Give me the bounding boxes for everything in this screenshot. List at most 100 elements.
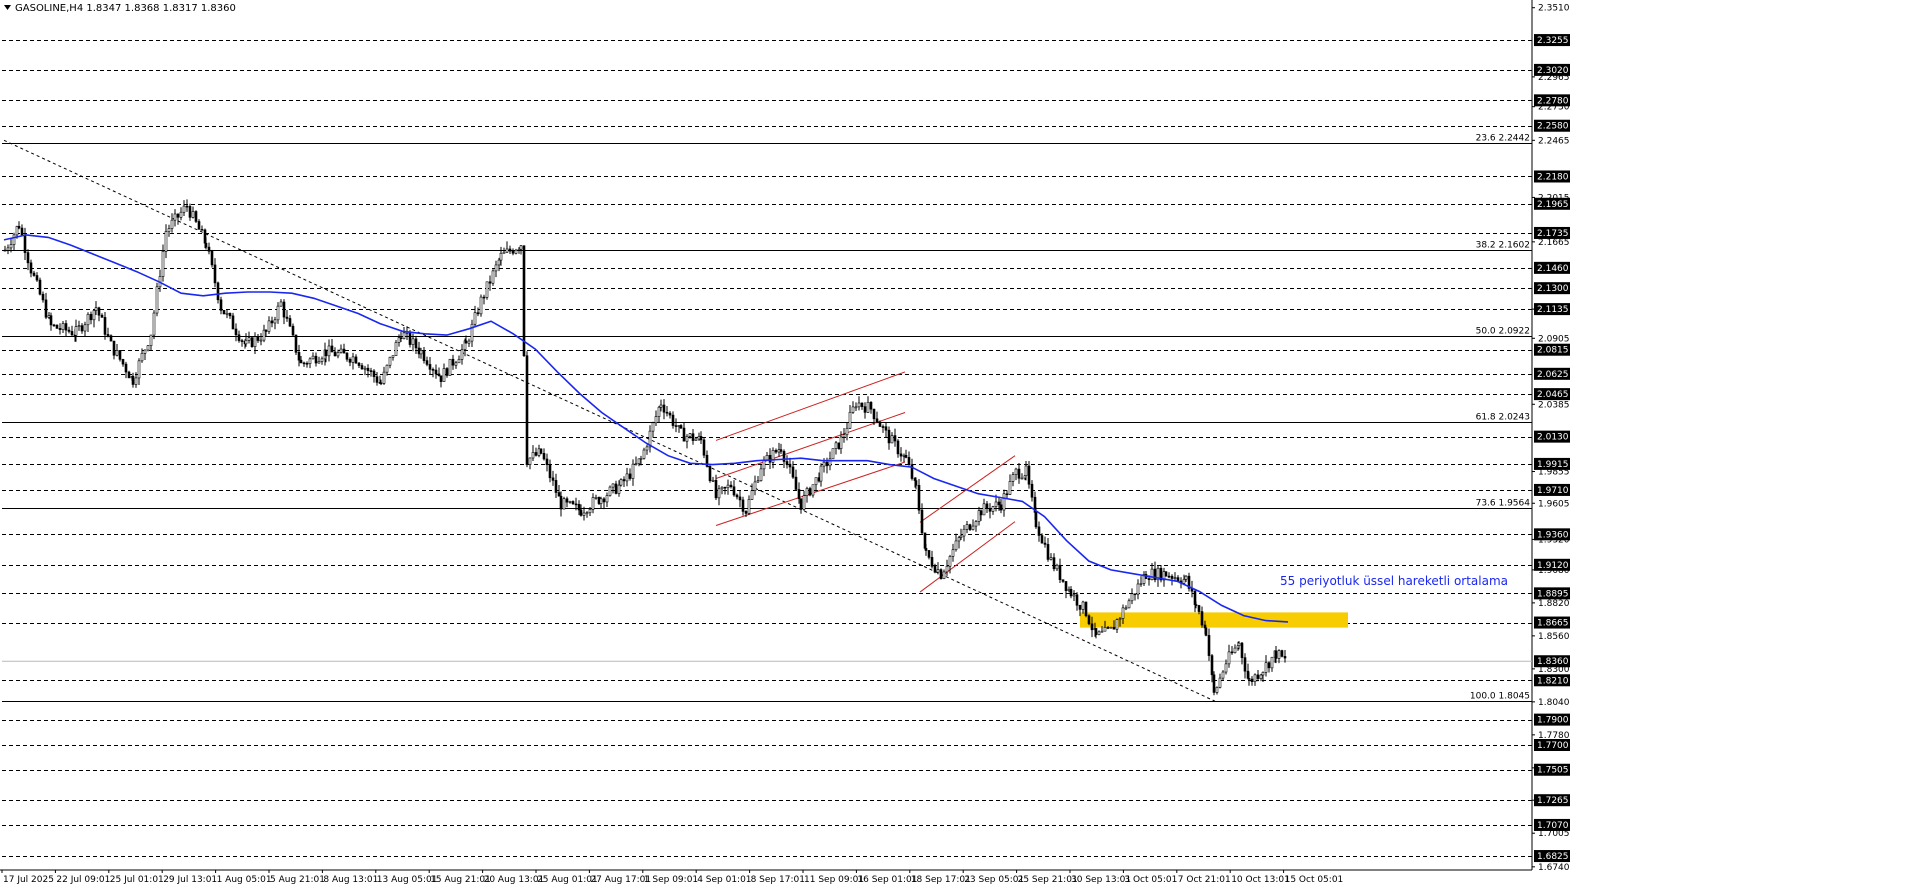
candle-body <box>1067 589 1071 591</box>
fib-label: 38.2 2.1602 <box>1476 241 1530 251</box>
candle-body <box>399 337 403 340</box>
candle-body <box>1103 627 1107 632</box>
candle-body <box>100 314 104 318</box>
candle-body <box>872 408 876 420</box>
candle-body <box>1069 589 1073 597</box>
candle-body <box>514 249 518 254</box>
candle-body <box>594 497 598 499</box>
time-tick-label: 10 Oct 13:01 <box>1231 875 1290 885</box>
current-price-label: 1.8360 <box>1537 657 1569 667</box>
candle-body <box>1218 677 1222 688</box>
candle-body <box>200 229 204 231</box>
candle-body <box>869 401 873 410</box>
candle-body <box>735 494 739 498</box>
candle-body <box>1277 650 1281 659</box>
candle-body <box>219 299 223 311</box>
candle-body <box>668 412 672 416</box>
candle-body <box>974 521 978 527</box>
level-tag-label: 1.8895 <box>1537 589 1569 599</box>
candle-body <box>35 275 39 281</box>
candle-body <box>744 511 748 514</box>
candle-body <box>528 457 532 465</box>
candle-body <box>828 458 832 467</box>
candle-body <box>825 461 829 467</box>
candle-body <box>785 461 789 465</box>
candle-body <box>305 362 309 365</box>
candle-body <box>545 458 549 465</box>
candle-body <box>1200 611 1204 626</box>
candle-body <box>83 324 87 332</box>
candle-body <box>339 348 343 353</box>
candle-body <box>1164 571 1168 577</box>
candle-body <box>1139 583 1143 585</box>
candle-body <box>1100 630 1104 633</box>
candle-body <box>26 252 30 264</box>
time-tick-label: 15 Aug 21:01 <box>430 875 491 885</box>
candle-body <box>94 307 98 311</box>
candle-body <box>291 325 295 336</box>
time-tick-label: 17 Jul 2025 <box>3 875 54 885</box>
candle-body <box>259 339 263 342</box>
candle-body <box>1097 631 1101 635</box>
candle-body <box>191 211 195 218</box>
candle-body <box>1224 663 1228 673</box>
candle-body <box>118 350 122 360</box>
candle-body <box>92 310 96 321</box>
candle-body <box>188 206 192 218</box>
candle-body <box>679 425 683 429</box>
candle-body <box>534 452 538 456</box>
candle-body <box>574 503 578 506</box>
candle-body <box>899 453 903 457</box>
candle-body <box>1280 650 1284 657</box>
price-chart[interactable]: 23.6 2.2442 38.2 2.1602 50.0 2.0922 61.8 2.… <box>0 0 1916 888</box>
candle-body <box>708 466 712 482</box>
candle-body <box>1005 493 1009 496</box>
candle-body <box>1043 542 1047 545</box>
candle-body <box>559 495 563 510</box>
candle-body <box>327 345 331 357</box>
candle-body <box>914 480 918 486</box>
candle-body <box>499 252 503 261</box>
candle-body <box>491 270 495 284</box>
level-tag-label: 2.1735 <box>1537 229 1569 239</box>
candle-body <box>70 331 74 336</box>
level-tag-label: 1.7505 <box>1537 766 1569 776</box>
candle-body <box>308 358 312 364</box>
candle-body <box>732 486 736 496</box>
candle-body <box>551 477 555 481</box>
candle-body <box>422 350 426 361</box>
candle-body <box>29 262 33 274</box>
candle-body <box>124 363 128 373</box>
level-tag-label: 2.0130 <box>1537 433 1569 443</box>
candle-body <box>149 334 153 346</box>
level-tag-label: 1.6825 <box>1537 852 1569 862</box>
candle-body <box>267 320 271 332</box>
candle-body <box>1170 575 1174 579</box>
candle-body <box>1210 655 1214 676</box>
candle-body <box>802 495 806 510</box>
level-tag-label: 2.0815 <box>1537 346 1569 356</box>
candle-body <box>968 524 972 530</box>
candle-body <box>991 506 995 512</box>
candle-body <box>279 301 283 307</box>
candle-body <box>74 326 78 336</box>
candle-body <box>851 406 855 413</box>
candle-body <box>299 359 303 364</box>
level-tag-label: 1.9120 <box>1537 561 1569 571</box>
candle-body <box>38 279 42 295</box>
level-tag-label: 2.1460 <box>1537 264 1569 274</box>
candle-body <box>317 361 321 364</box>
candle-body <box>115 350 119 356</box>
candle-body <box>488 281 492 284</box>
candle-body <box>539 448 543 454</box>
candle-body <box>965 524 969 530</box>
chart-background <box>0 0 1916 888</box>
candle-body <box>9 244 13 249</box>
candle-body <box>994 501 998 507</box>
candle-body <box>244 340 248 345</box>
candle-body <box>354 356 358 364</box>
candle-body <box>97 307 101 316</box>
candle-body <box>831 448 835 460</box>
time-tick-label: 22 Jul 09:01 <box>56 875 110 885</box>
candle-body <box>502 251 506 254</box>
